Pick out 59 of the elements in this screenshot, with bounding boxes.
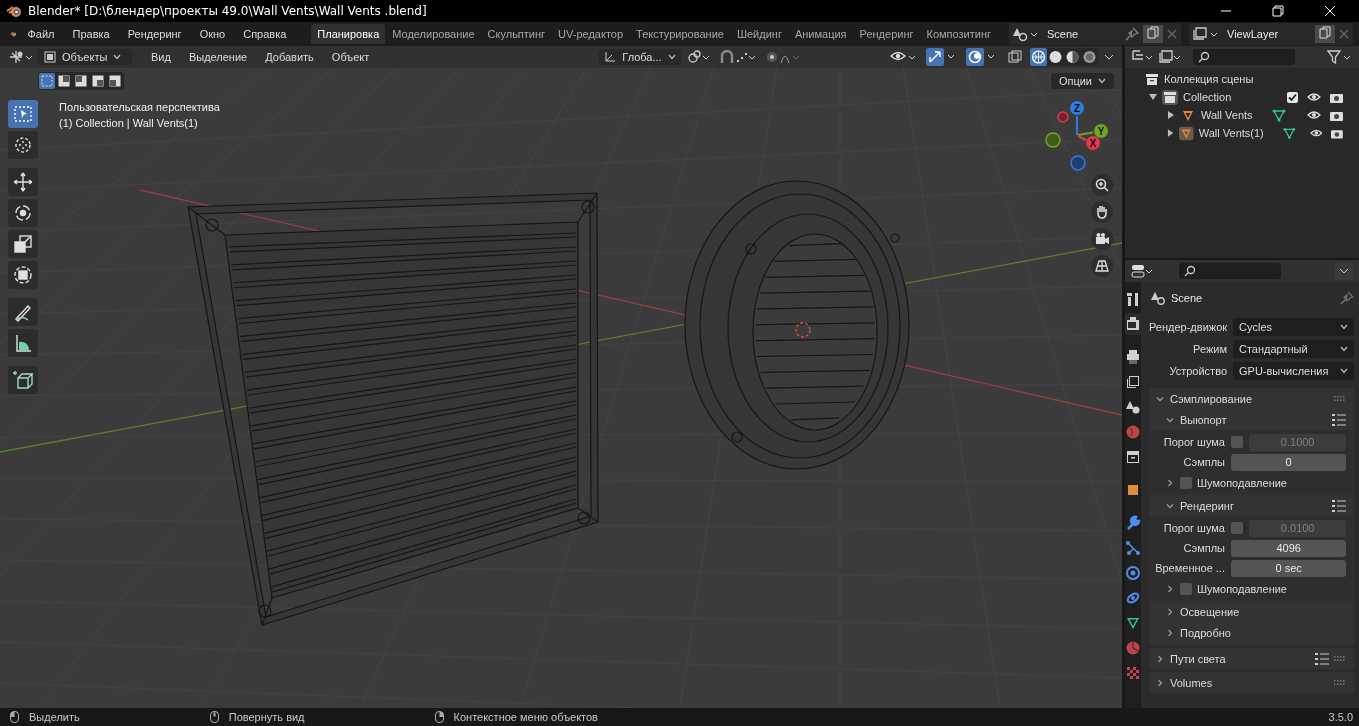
tree-item[interactable]: Wall Vents [1201, 109, 1253, 121]
panel-title[interactable]: Шумоподавление [1197, 476, 1287, 489]
dropdown[interactable]: Стандартный [1233, 340, 1355, 358]
menu-item[interactable]: Файл [20, 26, 62, 42]
panel-title[interactable]: Volumes [1170, 676, 1213, 689]
orientation-dropdown[interactable]: Глоба... [599, 49, 681, 65]
axis-handle[interactable]: Y [1094, 124, 1108, 138]
menu-item[interactable]: Объект [324, 49, 377, 65]
panel-title[interactable]: Сэмплирование [1170, 392, 1253, 405]
workspace-tab[interactable]: Рендеринг [853, 24, 920, 44]
field-label: Сэмплы [1182, 542, 1225, 554]
axis-handle[interactable]: X [1086, 136, 1100, 150]
number-field[interactable]: 0 sec [1231, 559, 1347, 577]
tree-item[interactable]: Wall Vents(1) [1198, 127, 1264, 139]
menu-item[interactable]: Правка [65, 26, 117, 42]
context-label: Scene [1171, 292, 1203, 304]
view-context: (1) Collection | Wall Vents(1) [59, 117, 199, 129]
menu-item[interactable]: Справка [236, 26, 294, 42]
field-label: Устройство [1168, 365, 1227, 377]
workspace-tab[interactable]: UV-редактор [552, 24, 630, 44]
panel-title[interactable]: Освещение [1180, 605, 1240, 618]
status-hint: Контекстное меню объектов [453, 711, 598, 723]
workspace-tab[interactable]: Анимация [788, 24, 853, 44]
number-field[interactable]: 4096 [1231, 539, 1347, 557]
field-label: Режим [1192, 343, 1227, 355]
dropdown[interactable]: GPU-вычисления [1233, 362, 1355, 380]
field-label: Порог шума [1162, 522, 1225, 534]
workspace-tab[interactable]: Скульптинг [481, 24, 552, 44]
panel-title[interactable]: Подробно [1180, 626, 1231, 639]
field-label: Порог шума [1162, 436, 1225, 448]
workspace-tab[interactable]: Моделирование [386, 24, 481, 44]
field-label: Рендер-движок [1149, 321, 1227, 333]
menu-item[interactable]: Добавить [258, 49, 321, 65]
menu-item[interactable]: Окно [192, 26, 233, 42]
options-dropdown[interactable]: Опции [1050, 73, 1114, 89]
panel-title[interactable]: Выюпорт [1180, 413, 1227, 426]
workspace-tab[interactable]: Планировка [311, 24, 386, 44]
field-label: Временное ... [1154, 562, 1225, 574]
workspace-tab[interactable]: Текстурирование [630, 24, 730, 44]
view-name: Пользовательская перспектива [59, 101, 220, 113]
menu-item[interactable]: Выделение [181, 49, 255, 65]
menu-item[interactable]: Рендеринг [120, 26, 189, 42]
tree-item[interactable]: Collection [1183, 91, 1232, 103]
version-label: 3.5.0 [1328, 711, 1353, 723]
menu-item[interactable]: Вид [144, 49, 178, 65]
tree-item[interactable]: Коллекция сцены [1164, 73, 1254, 85]
axis-handle[interactable]: Z [1070, 101, 1084, 115]
status-hint: Выделить [29, 711, 80, 723]
number-field[interactable]: 0 [1231, 453, 1347, 471]
field-label: Сэмплы [1182, 456, 1225, 468]
workspace-tab[interactable]: Композитинг [920, 24, 997, 44]
workspace-tab[interactable]: Шейдинг [730, 24, 788, 44]
panel-title[interactable]: Рендеринг [1180, 499, 1234, 512]
status-hint: Повернуть вид [228, 711, 305, 723]
dropdown[interactable]: Cycles [1233, 318, 1355, 336]
window-title: Blender* [D:\блендер\проекты 49.0\Wall Vents\Wall Vents .blend] [28, 4, 427, 18]
mode-dropdown[interactable]: Объекты [38, 49, 132, 65]
panel-title[interactable]: Пути света [1170, 652, 1226, 665]
panel-title[interactable]: Шумоподавление [1197, 582, 1287, 595]
